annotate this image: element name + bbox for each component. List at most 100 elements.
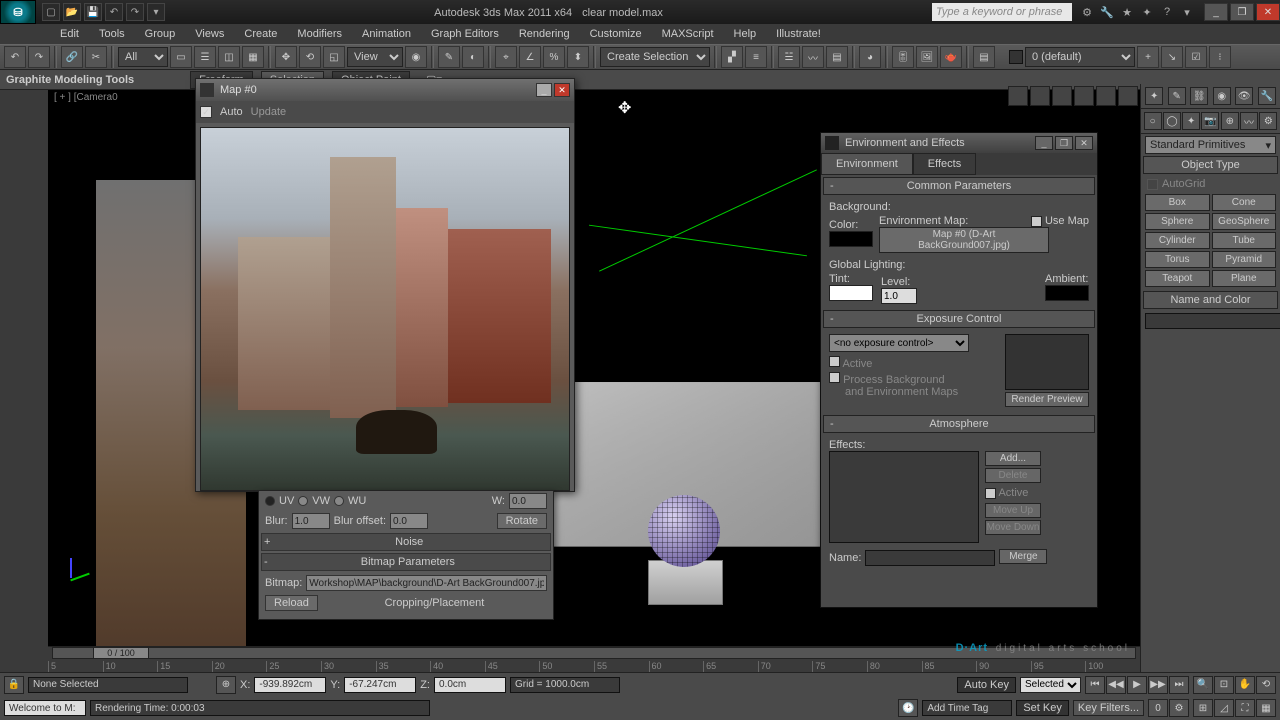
object-name-field[interactable] [1145, 313, 1280, 329]
sphere-object[interactable] [648, 495, 720, 567]
menu-tools[interactable]: Tools [89, 26, 135, 42]
render-preview-button[interactable]: Render Preview [1005, 392, 1089, 407]
lights-icon[interactable]: ✦ [1182, 112, 1200, 130]
menu-edit[interactable]: Edit [50, 26, 89, 42]
window-crossing-icon[interactable]: ▦ [242, 46, 264, 68]
prev-frame-icon[interactable]: ◀◀ [1106, 676, 1126, 694]
wu-radio[interactable] [334, 496, 344, 506]
w-spinner[interactable] [509, 493, 547, 509]
bluroffset-spinner[interactable] [390, 513, 428, 529]
frame-field-icon[interactable]: 0 [1148, 699, 1168, 717]
layers-icon[interactable]: ☱ [778, 46, 800, 68]
layer-props-icon[interactable]: ⁝ [1209, 46, 1231, 68]
env-titlebar[interactable]: Environment and Effects _ ❐ ✕ [821, 133, 1097, 153]
select-icon[interactable]: ▭ [170, 46, 192, 68]
effect-active-checkbox[interactable]: ✓ [985, 488, 996, 499]
help-search-input[interactable]: Type a keyword or phrase [932, 3, 1072, 21]
comm-icon[interactable]: 🔧 [1098, 3, 1116, 21]
effects-listbox[interactable] [829, 451, 979, 543]
tab-environment[interactable]: Environment [821, 153, 913, 175]
create-tab-icon[interactable]: ✦ [1145, 87, 1163, 105]
menu-group[interactable]: Group [135, 26, 186, 42]
material-icon[interactable]: ◕ [859, 46, 881, 68]
curve-icon[interactable]: 〰 [802, 46, 824, 68]
active-checkbox[interactable] [829, 356, 840, 367]
noise-rollout[interactable]: +Noise [261, 533, 551, 551]
min-vp-icon[interactable]: ▦ [1256, 699, 1276, 717]
bg-color-swatch[interactable] [829, 231, 873, 247]
map-window-min-icon[interactable]: _ [536, 83, 552, 97]
effect-name-field[interactable] [865, 550, 995, 566]
move-icon[interactable]: ✥ [275, 46, 297, 68]
motion-tab-icon[interactable]: ◉ [1213, 87, 1231, 105]
rotate-icon[interactable]: ⟲ [299, 46, 321, 68]
ambient-swatch[interactable] [1045, 285, 1089, 301]
layer-dropdown[interactable]: 0 (default) [1025, 47, 1135, 67]
undo-icon[interactable]: ↶ [4, 46, 26, 68]
render-setup-icon[interactable]: 🎚 [892, 46, 914, 68]
zoom-ext-icon[interactable]: ⊞ [1193, 699, 1213, 717]
setkey-button[interactable]: Set Key [1016, 700, 1069, 716]
anglesnap-icon[interactable]: ∠ [519, 46, 541, 68]
pyramid-button[interactable]: Pyramid [1212, 251, 1277, 268]
schematic-icon[interactable]: ▤ [826, 46, 848, 68]
select-name-icon[interactable]: ☰ [194, 46, 216, 68]
menu-create[interactable]: Create [234, 26, 287, 42]
goto-end-icon[interactable]: ⏭ [1169, 676, 1189, 694]
menu-views[interactable]: Views [185, 26, 234, 42]
merge-button[interactable]: Merge [999, 549, 1047, 564]
time-cfg-icon[interactable]: ⚙ [1169, 699, 1189, 717]
common-params-rollout[interactable]: Common Parameters [823, 177, 1095, 195]
bitmap-path-field[interactable] [306, 575, 547, 591]
utilities-tab-icon[interactable]: 🔧 [1258, 87, 1276, 105]
auto-checkbox[interactable]: ✓ [200, 106, 212, 118]
modify-tab-icon[interactable]: ✎ [1168, 87, 1186, 105]
autogrid-checkbox[interactable] [1147, 179, 1158, 190]
uv-radio[interactable] [265, 496, 275, 506]
exposure-rollout[interactable]: Exposure Control [823, 310, 1095, 328]
autokey-button[interactable]: Auto Key [957, 677, 1016, 693]
render-icon[interactable]: 🫖 [940, 46, 962, 68]
use-map-checkbox[interactable]: ✓ [1031, 216, 1042, 227]
next-frame-icon[interactable]: ▶▶ [1148, 676, 1168, 694]
unlink-icon[interactable]: ✂ [85, 46, 107, 68]
pan-icon[interactable]: ✋ [1235, 676, 1255, 694]
teapot-button[interactable]: Teapot [1145, 270, 1210, 287]
layer-color-swatch[interactable] [1009, 50, 1023, 64]
box-button[interactable]: Box [1145, 194, 1210, 211]
movedown-button[interactable]: Move Down [985, 520, 1041, 535]
tab-effects[interactable]: Effects [913, 153, 976, 175]
env-close-icon[interactable]: ✕ [1075, 136, 1093, 150]
time-tag[interactable]: Add Time Tag [922, 700, 1012, 716]
maximize-vp-icon[interactable]: ⛶ [1235, 699, 1255, 717]
systems-icon[interactable]: ⚙ [1259, 112, 1277, 130]
x-coord-field[interactable] [254, 677, 326, 693]
goto-start-icon[interactable]: ⏮ [1085, 676, 1105, 694]
qat-more-icon[interactable]: ▾ [147, 3, 165, 21]
qat-undo-icon[interactable]: ↶ [105, 3, 123, 21]
star-icon[interactable]: ✦ [1138, 3, 1156, 21]
qat-open-icon[interactable]: 📂 [63, 3, 81, 21]
z-coord-field[interactable] [434, 677, 506, 693]
viewport-label[interactable]: [ + ] [Camera0 [54, 92, 118, 103]
menu-rendering[interactable]: Rendering [509, 26, 580, 42]
render-frame-icon[interactable]: 🖼 [916, 46, 938, 68]
shapes-icon[interactable]: ◯ [1163, 112, 1181, 130]
level-spinner[interactable] [881, 288, 917, 304]
abs-rel-icon[interactable]: ⊕ [216, 676, 236, 694]
spacewarps-icon[interactable]: 〰 [1240, 112, 1258, 130]
delete-button[interactable]: Delete [985, 468, 1041, 483]
blur-spinner[interactable] [292, 513, 330, 529]
env-min-icon[interactable]: _ [1035, 136, 1053, 150]
help-drop-icon[interactable]: ▾ [1178, 3, 1196, 21]
redo-icon[interactable]: ↷ [28, 46, 50, 68]
menu-maxscript[interactable]: MAXScript [652, 26, 724, 42]
fav-icon[interactable]: ★ [1118, 3, 1136, 21]
menu-customize[interactable]: Customize [580, 26, 652, 42]
zoom-icon[interactable]: 🔍 [1193, 676, 1213, 694]
tube-button[interactable]: Tube [1212, 232, 1277, 249]
fov-icon[interactable]: ◿ [1214, 699, 1234, 717]
name-color-rollout[interactable]: Name and Color [1143, 291, 1278, 309]
cylinder-button[interactable]: Cylinder [1145, 232, 1210, 249]
pivot-icon[interactable]: ◉ [405, 46, 427, 68]
